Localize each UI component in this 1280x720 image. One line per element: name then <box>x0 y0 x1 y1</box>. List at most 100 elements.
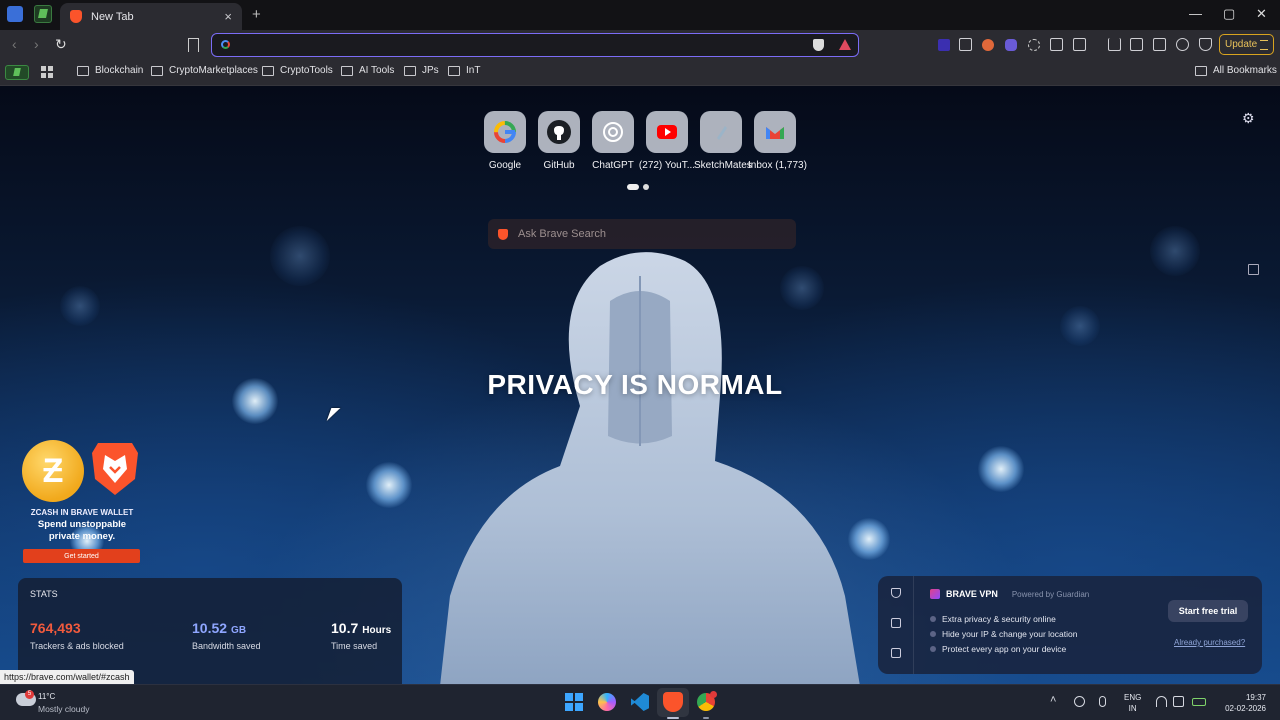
volume-icon[interactable] <box>1173 696 1184 707</box>
mouse-cursor <box>326 408 341 421</box>
brave-search-box[interactable] <box>488 219 796 249</box>
check-icon <box>930 646 936 652</box>
battery-icon[interactable] <box>1192 698 1206 706</box>
customize-gear-icon[interactable]: ⚙ <box>1242 110 1255 127</box>
new-tab-button[interactable]: + <box>252 6 261 23</box>
weather-description: Mostly cloudy <box>38 704 90 714</box>
maximize-button[interactable]: ▢ <box>1223 6 1235 22</box>
screenshot-icon[interactable] <box>1073 38 1086 51</box>
top-site-label: ChatGPT <box>592 160 634 171</box>
back-button[interactable]: ‹ <box>12 36 17 52</box>
forward-button[interactable]: › <box>34 36 39 52</box>
extension-purple-icon[interactable] <box>938 39 950 51</box>
leo-ai-icon[interactable] <box>1176 38 1189 51</box>
pagination-dot[interactable] <box>643 184 649 190</box>
already-purchased-link[interactable]: Already purchased? <box>1174 638 1245 647</box>
address-input[interactable] <box>236 36 796 54</box>
bookmark-app-icon[interactable] <box>5 65 29 80</box>
tab-close-icon[interactable]: × <box>224 9 232 24</box>
vpn-card: BRAVE VPN Powered by Guardian Extra priv… <box>878 576 1262 674</box>
pagination-dot-active[interactable] <box>627 184 639 190</box>
chevron-up-icon[interactable]: ˄ <box>1050 694 1056 706</box>
start-menu-icon[interactable] <box>565 693 583 711</box>
update-button[interactable]: Update <box>1219 34 1274 55</box>
chatgpt-icon <box>603 122 623 142</box>
brave-rewards-icon[interactable] <box>839 39 851 50</box>
bookmark-folder-label: JPs <box>422 65 439 76</box>
language-indicator[interactable]: ENG IN <box>1124 692 1141 714</box>
close-window-button[interactable]: ✕ <box>1256 6 1267 22</box>
brave-taskbar-icon[interactable] <box>663 692 683 712</box>
reload-button[interactable]: ↻ <box>55 36 67 53</box>
top-site-gmail[interactable] <box>754 111 796 153</box>
zcash-coin-icon[interactable]: Ƶ <box>22 440 84 502</box>
check-icon <box>930 616 936 622</box>
bookmark-folder-jps[interactable]: JPs <box>404 65 439 76</box>
wifi-icon[interactable] <box>1156 696 1167 707</box>
folder-icon <box>1195 65 1207 76</box>
google-search-engine-icon <box>221 40 230 49</box>
brave-lion-logo-icon[interactable] <box>90 439 140 497</box>
vpn-device-icon[interactable] <box>891 648 901 658</box>
running-app-indicator <box>703 717 709 719</box>
minimize-button[interactable]: — <box>1189 6 1202 21</box>
stat-time: 10.7 Hours Time saved <box>331 620 391 651</box>
sidebar-toggle-icon[interactable] <box>1130 38 1143 51</box>
extension-capture-icon[interactable] <box>959 38 972 51</box>
time-value: 10.7 <box>331 620 359 636</box>
copilot-icon[interactable] <box>598 693 616 711</box>
top-site-github[interactable] <box>538 111 580 153</box>
folder-icon <box>341 65 353 76</box>
bookmark-folder-label: CryptoMarketplaces <box>169 65 258 76</box>
bookmark-folder-ai-tools[interactable]: AI Tools <box>341 65 394 76</box>
external-link-icon[interactable] <box>1248 264 1259 275</box>
folder-icon <box>448 65 460 76</box>
microphone-icon[interactable] <box>1099 696 1106 707</box>
brave-search-input[interactable] <box>518 228 778 240</box>
vpn-title-text: BRAVE VPN <box>946 589 998 599</box>
tab-strip: New Tab × + — ▢ ✕ <box>0 0 1280 30</box>
apps-grid-icon[interactable] <box>41 66 53 78</box>
bookmark-folder-cryptotools[interactable]: CryptoTools <box>262 65 333 76</box>
clock[interactable]: 19:37 02-02-2026 <box>1212 692 1266 714</box>
vpn-shield-icon[interactable] <box>1199 38 1212 51</box>
top-site-label: GitHub <box>543 160 575 171</box>
bookmark-folder-label: Blockchain <box>95 65 144 76</box>
all-bookmarks-button[interactable]: All Bookmarks <box>1195 65 1277 76</box>
vscode-icon[interactable] <box>631 693 649 711</box>
tab-title: New Tab <box>91 10 134 23</box>
tab-new-tab[interactable]: New Tab × <box>60 3 242 30</box>
start-free-trial-button[interactable]: Start free trial <box>1168 600 1248 622</box>
trackers-label: Trackers & ads blocked <box>30 641 124 651</box>
clock-date: 02-02-2026 <box>1225 704 1266 713</box>
download-icon[interactable] <box>1108 38 1121 51</box>
top-site-sketchmates[interactable] <box>700 111 742 153</box>
wallet-get-started-button[interactable]: Get started <box>23 549 140 563</box>
background-light <box>1060 306 1100 346</box>
top-site-google[interactable] <box>484 111 526 153</box>
pinned-tab-green-icon[interactable] <box>34 5 52 23</box>
wallet-icon[interactable] <box>1153 38 1166 51</box>
top-site-chatgpt[interactable] <box>592 111 634 153</box>
top-site-label: SketchMates <box>694 160 752 171</box>
pinned-tab-app-icon[interactable] <box>7 6 23 22</box>
extensions-puzzle-icon[interactable] <box>1050 38 1063 51</box>
bookmark-folder-blockchain[interactable]: Blockchain <box>77 65 143 76</box>
vpn-alert-icon[interactable] <box>891 618 901 628</box>
extension-fox-icon[interactable] <box>982 39 994 51</box>
folder-icon <box>262 65 274 76</box>
bookmark-folder-int[interactable]: InT <box>448 65 480 76</box>
google-icon <box>494 121 516 143</box>
top-site-youtube[interactable] <box>646 111 688 153</box>
brave-shields-icon[interactable] <box>813 39 824 51</box>
weather-temperature: 11°C <box>38 692 56 701</box>
vpn-shield-icon[interactable] <box>891 588 901 598</box>
stats-heading: STATS <box>30 589 58 599</box>
bookmark-page-icon[interactable] <box>188 38 199 52</box>
folder-icon <box>404 65 416 76</box>
sync-icon[interactable] <box>1074 696 1085 707</box>
extension-discord-icon[interactable] <box>1005 39 1017 51</box>
bookmark-folder-cryptomarketplaces[interactable]: CryptoMarketplaces <box>151 65 258 76</box>
extension-settings-icon[interactable] <box>1028 39 1040 51</box>
address-bar[interactable] <box>211 33 859 57</box>
